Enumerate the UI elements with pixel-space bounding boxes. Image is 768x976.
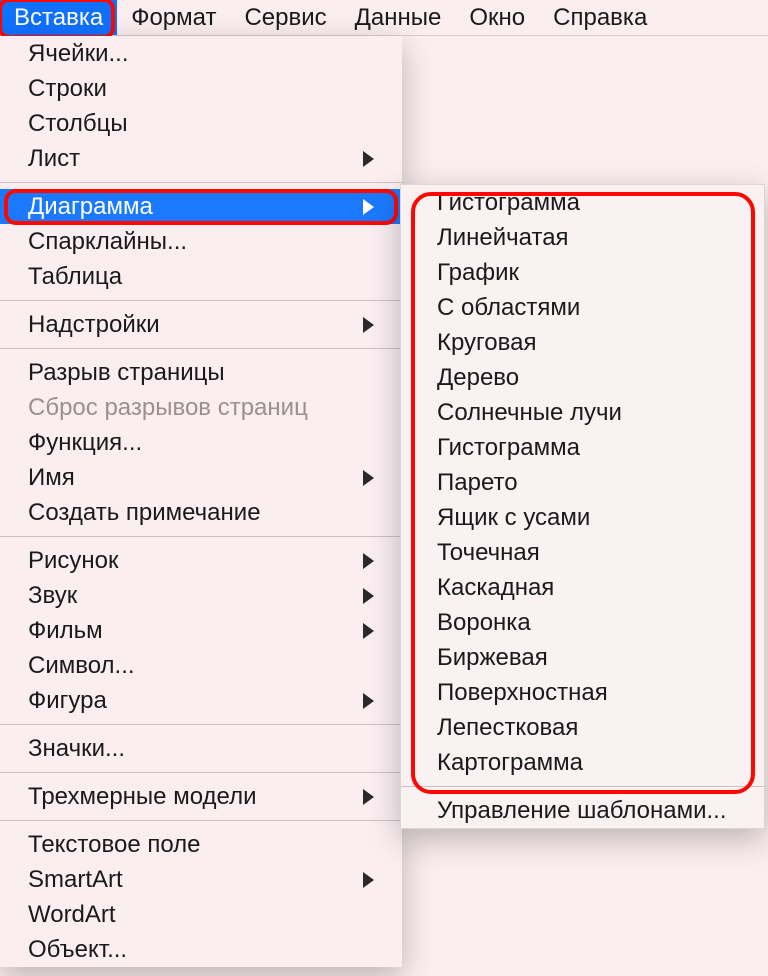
menu-separator: [0, 724, 402, 725]
submenu-arrow-icon: [363, 588, 374, 604]
submenu-item[interactable]: Линейчатая: [401, 220, 764, 255]
menubar: ВставкаФорматСервисДанныеОкноСправка: [0, 0, 768, 36]
menu-item: Сброс разрывов страниц: [0, 390, 402, 425]
menu-item-label: Ячейки...: [28, 40, 374, 68]
submenu-arrow-icon: [363, 789, 374, 805]
menu-item-label: Сброс разрывов страниц: [28, 394, 374, 422]
menu-item-label: Диаграмма: [28, 193, 363, 221]
submenu-item[interactable]: Воронка: [401, 605, 764, 640]
menu-item-label: Имя: [28, 464, 363, 492]
menu-separator: [0, 348, 402, 349]
menu-item[interactable]: Лист: [0, 141, 402, 176]
menu-item-label: Звук: [28, 582, 363, 610]
menu-item[interactable]: Трехмерные модели: [0, 779, 402, 814]
submenu-arrow-icon: [363, 199, 374, 215]
submenu-item[interactable]: Лепестковая: [401, 710, 764, 745]
menu-item[interactable]: Объект...: [0, 932, 402, 967]
menu-separator: [401, 786, 764, 787]
menubar-item-2[interactable]: Сервис: [230, 0, 340, 35]
menu-item[interactable]: Создать примечание: [0, 495, 402, 530]
submenu-item[interactable]: Гистограмма: [401, 185, 764, 220]
submenu-arrow-icon: [363, 693, 374, 709]
menu-item[interactable]: Текстовое поле: [0, 827, 402, 862]
menu-item-label: Функция...: [28, 429, 374, 457]
menu-item[interactable]: Разрыв страницы: [0, 355, 402, 390]
menu-item[interactable]: Спарклайны...: [0, 224, 402, 259]
menu-separator: [0, 820, 402, 821]
menu-item[interactable]: Надстройки: [0, 307, 402, 342]
menu-item-label: Текстовое поле: [28, 831, 374, 859]
menu-item[interactable]: Таблица: [0, 259, 402, 294]
menu-item[interactable]: WordArt: [0, 897, 402, 932]
submenu-item[interactable]: Дерево: [401, 360, 764, 395]
menu-item[interactable]: Фильм: [0, 613, 402, 648]
submenu-item[interactable]: Круговая: [401, 325, 764, 360]
submenu-arrow-icon: [363, 872, 374, 888]
menu-item[interactable]: Звук: [0, 578, 402, 613]
menubar-item-5[interactable]: Справка: [539, 0, 661, 35]
menu-item-label: Надстройки: [28, 311, 363, 339]
dropdown-insert-menu: Ячейки... Строки Столбцы Лист Диаграмма Спарк…: [0, 36, 402, 967]
submenu-chart: ГистограммаЛинейчатаяГрафикС областямиКр…: [400, 184, 765, 829]
menubar-item-1[interactable]: Формат: [117, 0, 230, 35]
submenu-item[interactable]: С областями: [401, 290, 764, 325]
menu-item-label: SmartArt: [28, 866, 363, 894]
submenu-item[interactable]: Гистограмма: [401, 430, 764, 465]
menu-item-label: WordArt: [28, 901, 374, 929]
menu-item[interactable]: Строки: [0, 71, 402, 106]
menu-separator: [0, 300, 402, 301]
menu-item[interactable]: Функция...: [0, 425, 402, 460]
menu-item-label: Разрыв страницы: [28, 359, 374, 387]
menu-item[interactable]: Значки...: [0, 731, 402, 766]
submenu-item[interactable]: Каскадная: [401, 570, 764, 605]
menu-item[interactable]: SmartArt: [0, 862, 402, 897]
menubar-item-4[interactable]: Окно: [455, 0, 539, 35]
submenu-item[interactable]: Биржевая: [401, 640, 764, 675]
menu-separator: [0, 536, 402, 537]
submenu-item[interactable]: Ящик с усами: [401, 500, 764, 535]
menu-item-label: Спарклайны...: [28, 228, 374, 256]
menu-item-label: Рисунок: [28, 547, 363, 575]
menu-item-label: Значки...: [28, 735, 374, 763]
menubar-item-0[interactable]: Вставка: [0, 0, 117, 35]
submenu-item[interactable]: График: [401, 255, 764, 290]
menu-item[interactable]: Диаграмма: [0, 189, 402, 224]
menu-item-label: Фигура: [28, 687, 363, 715]
menu-item-label: Создать примечание: [28, 499, 374, 527]
menu-item-label: Трехмерные модели: [28, 783, 363, 811]
menu-separator: [0, 772, 402, 773]
menu-item-label: Столбцы: [28, 110, 374, 138]
submenu-arrow-icon: [363, 317, 374, 333]
submenu-item[interactable]: Поверхностная: [401, 675, 764, 710]
menu-item-label: Таблица: [28, 263, 374, 291]
submenu-item[interactable]: Солнечные лучи: [401, 395, 764, 430]
submenu-item-manage-templates[interactable]: Управление шаблонами...: [401, 793, 764, 828]
menu-item[interactable]: Ячейки...: [0, 36, 402, 71]
menu-item[interactable]: Рисунок: [0, 543, 402, 578]
menu-item-label: Объект...: [28, 936, 374, 964]
submenu-arrow-icon: [363, 623, 374, 639]
menubar-item-3[interactable]: Данные: [341, 0, 456, 35]
submenu-arrow-icon: [363, 470, 374, 486]
submenu-item[interactable]: Точечная: [401, 535, 764, 570]
menu-item[interactable]: Фигура: [0, 683, 402, 718]
menu-separator: [0, 182, 402, 183]
menu-item[interactable]: Имя: [0, 460, 402, 495]
submenu-item[interactable]: Парето: [401, 465, 764, 500]
menu-item[interactable]: Символ...: [0, 648, 402, 683]
menu-item-label: Лист: [28, 145, 363, 173]
submenu-item[interactable]: Картограмма: [401, 745, 764, 780]
menu-item-label: Строки: [28, 75, 374, 103]
submenu-arrow-icon: [363, 553, 374, 569]
menu-item-label: Фильм: [28, 617, 363, 645]
menu-item-label: Символ...: [28, 652, 374, 680]
menu-item[interactable]: Столбцы: [0, 106, 402, 141]
submenu-arrow-icon: [363, 151, 374, 167]
